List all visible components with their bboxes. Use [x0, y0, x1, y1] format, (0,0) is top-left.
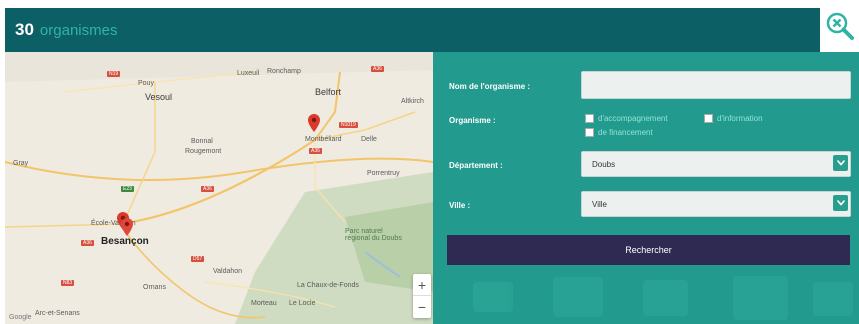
close-search-button[interactable] — [820, 0, 859, 52]
map-label: Altkirch — [401, 98, 424, 105]
map-label: Arc-et-Senans — [35, 310, 80, 317]
map-label: Ornans — [143, 284, 166, 291]
zoom-in-button[interactable]: + — [413, 274, 431, 296]
checkbox-financement[interactable]: de financement — [585, 128, 653, 137]
checkbox[interactable] — [585, 114, 594, 123]
checkbox-label: de financement — [598, 128, 653, 137]
department-selected-value: Doubs — [592, 159, 616, 169]
map-marker-icon[interactable] — [308, 114, 320, 132]
road-badge: N19 — [107, 71, 121, 77]
road-badge: A36 — [309, 148, 322, 154]
road-badge: D57 — [191, 256, 205, 262]
result-count-label: organismes — [39, 21, 118, 39]
map-credit: Google — [9, 314, 32, 321]
map-label: Pouy — [138, 80, 154, 87]
department-label: Département : — [449, 161, 503, 170]
chevron-down-icon[interactable] — [833, 155, 848, 171]
map-label: Le Locle — [289, 300, 316, 307]
department-select[interactable]: Doubs — [581, 151, 851, 177]
result-count: 30 — [15, 20, 34, 39]
map-label: Valdahon — [213, 268, 243, 275]
map-label: Ronchamp — [267, 68, 301, 75]
map-marker-icon[interactable] — [121, 218, 133, 236]
close-search-icon — [826, 12, 854, 40]
city-selected-value: Ville — [592, 199, 607, 209]
checkbox[interactable] — [585, 128, 594, 137]
map-label: Porrentruy — [367, 170, 400, 177]
road-badge: A36 — [81, 240, 94, 246]
name-label: Nom de l'organisme : — [449, 82, 531, 91]
checkbox-label: d'accompagnement — [598, 114, 668, 123]
search-button[interactable]: Rechercher — [447, 235, 850, 265]
road-badge: E23 — [121, 186, 134, 192]
map-label: Montbéliard — [305, 136, 342, 143]
map-label: Morteau — [251, 300, 277, 307]
map-label-besancon: Besançon — [101, 236, 149, 247]
map-zoom-control: + − — [413, 274, 431, 318]
organisme-name-input[interactable] — [581, 71, 851, 99]
map-label: Luxeuil — [237, 70, 260, 77]
zoom-out-button[interactable]: − — [413, 296, 431, 318]
road-badge: A36 — [371, 66, 384, 72]
checkbox-accompagnement[interactable]: d'accompagnement — [585, 114, 668, 123]
chevron-down-icon[interactable] — [833, 195, 848, 211]
city-label: Ville : — [449, 201, 471, 210]
map-label: Gray — [13, 160, 29, 167]
map-label: Belfort — [315, 87, 342, 97]
map-view[interactable]: Luxeuil Ronchamp Pouy Vesoul Belfort Alt… — [5, 52, 433, 324]
results-header: 30 organismes — [5, 8, 820, 52]
map-label: Vesoul — [145, 92, 173, 102]
road-badge: N1019 — [339, 122, 358, 128]
map-label: Bonnal — [191, 138, 213, 145]
organisme-type-label: Organisme : — [449, 116, 496, 125]
map-label: Parc naturel régional du Doubs — [345, 228, 402, 242]
map-label: Delle — [361, 136, 377, 143]
checkbox-label: d'information — [717, 114, 763, 123]
road-badge: A36 — [201, 186, 214, 192]
road-badge: N83 — [61, 280, 75, 286]
map-label: Rougemont — [185, 148, 222, 155]
city-select[interactable]: Ville — [581, 191, 851, 217]
map-label: La Chaux-de-Fonds — [297, 282, 359, 289]
search-form-panel: Nom de l'organisme : Organisme : d'accom… — [433, 52, 859, 324]
checkbox-information[interactable]: d'information — [704, 114, 763, 123]
checkbox[interactable] — [704, 114, 713, 123]
